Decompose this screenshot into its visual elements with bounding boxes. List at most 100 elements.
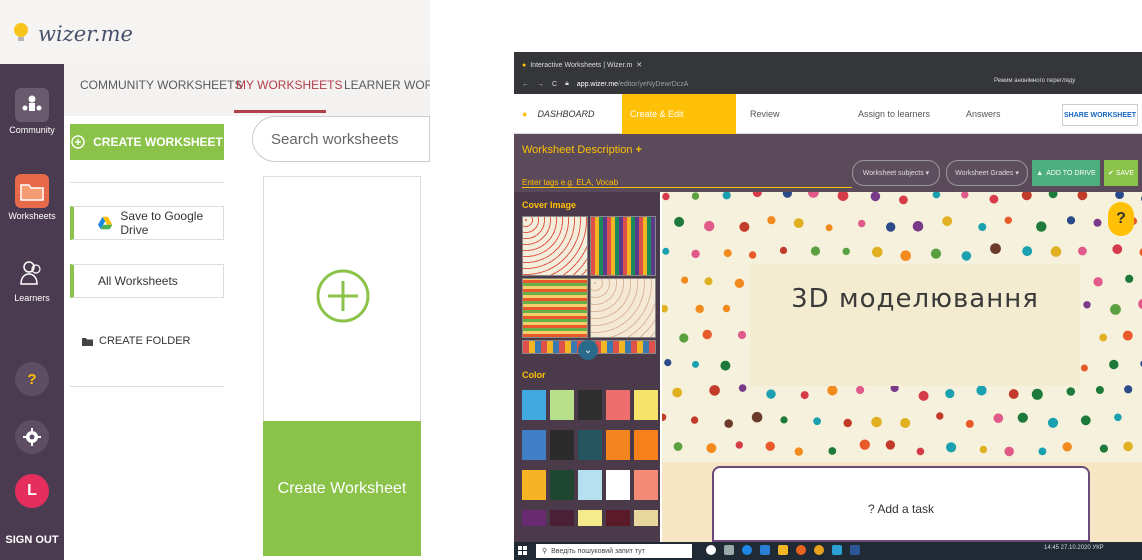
worksheet-subjects-select[interactable]: Worksheet subjects ▾ [852,160,940,186]
create-worksheet-button[interactable]: CREATE WORKSHEET [70,124,224,160]
user-avatar-button[interactable]: L [7,474,57,511]
close-tab-icon[interactable]: ✕ [636,61,642,69]
wizer-dashboard-screenshot: wizer.me COMMUNITY WORKSHEETS MY WORKSHE… [0,0,430,560]
help-button[interactable]: ? [1108,202,1134,236]
cover-thumb-pattern[interactable] [522,278,588,338]
nav-worksheets-label: Worksheets [8,211,56,221]
worksheet-grades-select[interactable]: Worksheet Grades ▾ [946,160,1028,186]
windows-start-icon[interactable] [518,546,528,556]
step-assign-to-learners[interactable]: Assign to learners [858,94,930,134]
decor-dot [794,447,803,456]
edge-icon[interactable] [742,545,752,555]
decor-dot [1114,413,1122,422]
forward-icon[interactable]: → [537,81,544,88]
nav-community-label: Community [9,125,55,135]
back-icon[interactable]: ← [522,81,529,88]
tab-my-worksheets[interactable]: MY WORKSHEETS [236,78,342,92]
cortana-icon[interactable] [706,545,716,555]
color-swatch[interactable] [522,390,546,420]
color-swatch[interactable] [606,470,630,500]
decor-dot [825,224,833,232]
color-swatch[interactable] [634,390,658,420]
step-create-edit[interactable]: Create & Edit [622,94,736,134]
task-view-icon[interactable] [724,545,734,555]
color-swatch[interactable] [550,430,574,460]
decor-dot [681,276,689,284]
decor-dot [837,192,849,201]
color-swatch[interactable] [522,510,546,526]
decor-dot [720,360,731,371]
chrome-icon[interactable] [814,545,824,555]
color-swatch[interactable] [550,510,574,526]
tab-community-worksheets[interactable]: COMMUNITY WORKSHEETS [80,78,242,92]
color-swatch[interactable] [522,430,546,460]
tab-learner-worksheets[interactable]: LEARNER WORKS [344,78,430,92]
nav-learners[interactable]: Learners [7,256,57,303]
save-to-google-drive-button[interactable]: Save to Google Drive [70,206,224,240]
color-swatch[interactable] [522,470,546,500]
mail-icon[interactable] [832,545,842,555]
logo-text[interactable]: wizer.me [38,22,133,46]
worksheet-title[interactable]: 3D моделювання [750,284,1080,314]
firefox-icon[interactable] [796,545,806,555]
decor-dot [843,418,852,428]
word-icon[interactable] [850,545,860,555]
add-icon[interactable]: + [636,144,642,156]
settings-button[interactable] [7,420,57,457]
sign-out-button[interactable]: SIGN OUT [0,534,64,546]
color-swatch[interactable] [578,470,602,500]
decor-dot [662,247,670,255]
help-button[interactable]: ? [7,362,57,399]
decor-dot [674,216,685,227]
worksheet-description-title[interactable]: Worksheet Description + [522,144,642,156]
create-folder-button[interactable]: CREATE FOLDER [82,335,190,347]
save-button[interactable]: ✔ SAVE [1104,160,1138,186]
color-swatch[interactable] [606,510,630,526]
decor-dot [942,216,953,227]
reload-icon[interactable]: C [552,81,557,88]
tags-input[interactable]: Enter tags e.g. ELA, Vocab [522,178,852,188]
taskbar-search-input[interactable]: ⚲ Введіть пошуковий запит тут [536,544,692,558]
nav-community[interactable]: Community [7,88,57,135]
title-box[interactable] [750,264,1080,386]
all-worksheets-folder[interactable]: All Worksheets [70,264,224,298]
color-swatch[interactable] [634,510,658,526]
color-swatch[interactable] [550,390,574,420]
decor-dot [662,192,670,201]
nav-worksheets[interactable]: Worksheets [7,174,57,221]
color-swatch[interactable] [550,470,574,500]
add-task-label[interactable]: ? Add a task [712,502,1090,516]
decor-dot [734,278,745,288]
decor-dot [885,440,896,450]
color-swatch[interactable] [634,430,658,460]
store-icon[interactable] [760,545,770,555]
step-review[interactable]: Review [750,94,780,134]
color-swatch[interactable] [578,390,602,420]
step-answers[interactable]: Answers [966,94,1001,134]
cover-thumb-light[interactable] [590,278,656,338]
color-swatch[interactable] [606,390,630,420]
create-worksheet-card-label[interactable]: Create Worksheet [263,421,421,556]
explorer-icon[interactable] [778,545,788,555]
cover-thumb-dots[interactable] [522,216,588,276]
color-swatch[interactable] [578,510,602,526]
left-nav-rail: Community Worksheets Learners ? L [0,64,64,560]
dashboard-link[interactable]: ● DASHBOARD [514,94,622,134]
decor-dot [1109,359,1119,370]
browser-tab[interactable]: ● Interactive Worksheets | Wizer.m ✕ [522,58,672,72]
color-label: Color [522,370,546,380]
cover-image-label: Cover Image [522,200,577,210]
add-to-drive-button[interactable]: ▲ ADD TO DRIVE [1032,160,1100,186]
color-swatch[interactable] [606,430,630,460]
decor-dot [965,419,974,428]
decor-dot [664,359,672,367]
color-swatch[interactable] [578,430,602,460]
decor-dot [704,220,715,232]
decor-dot [872,246,883,258]
cover-thumb-stripes[interactable] [590,216,656,276]
share-worksheet-button[interactable]: SHARE WORKSHEET [1062,104,1138,126]
color-swatch[interactable] [634,470,658,500]
chevron-down-icon[interactable]: ⌄ [578,340,598,360]
help-icon: ? [15,362,49,396]
search-worksheets-input[interactable]: Search worksheets [252,116,430,162]
